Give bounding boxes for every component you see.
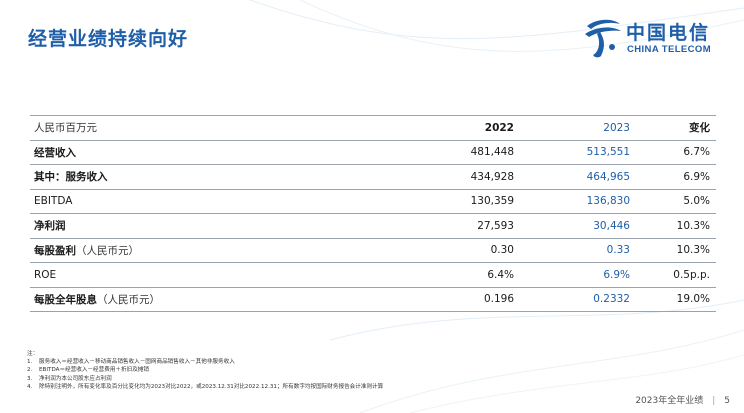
page-title: 经营业绩持续向好 — [28, 28, 189, 50]
table-row: 其中：服务收入 434,928 464,965 6.9% — [30, 164, 716, 190]
results-table: 人民币百万元 2022 2023 变化 经营收入 481,448 513,551… — [30, 115, 716, 312]
footnote-text: EBITDA＝经营收入－经营费用＋折旧及摊销 — [39, 367, 149, 374]
value-2022: 27,593 — [360, 213, 516, 239]
value-change: 6.9% — [632, 164, 716, 190]
table-row: 经营收入 481,448 513,551 6.7% — [30, 140, 716, 165]
value-2022: 130,359 — [360, 189, 516, 214]
row-label-unit: （人民币元） — [76, 244, 139, 257]
value-2023: 513,551 — [516, 140, 632, 165]
value-change: 19.0% — [632, 287, 716, 312]
footer-title: 2023年全年业绩 — [635, 396, 704, 406]
year-2023-header: 2023 — [516, 115, 632, 141]
row-label: 经营收入 — [30, 140, 360, 165]
slide-footer: 2023年全年业绩 | 5 — [635, 393, 730, 406]
row-label: 其中：服务收入 — [30, 164, 360, 190]
row-label: EBITDA — [30, 189, 360, 214]
row-label-text: ROE — [34, 268, 57, 281]
footnote-text: 服务收入＝经营收入－移动商品销售收入－固网商品销售收入－其他非服务收入 — [39, 359, 235, 366]
china-telecom-emblem-icon — [585, 19, 621, 58]
footnote-text: 除特别注明外，所有变化率及百分比变化均为2023对比2022，或2023.12.… — [39, 383, 384, 390]
value-change: 0.5p.p. — [632, 262, 716, 288]
row-label-text: 每股盈利 — [34, 244, 76, 257]
row-label-text: EBITDA — [34, 195, 73, 208]
row-label-text: 其中：服务收入 — [34, 171, 108, 184]
logo-english-name: CHINA TELECOM — [627, 44, 712, 55]
value-change: 10.3% — [632, 238, 716, 263]
value-2022: 434,928 — [360, 164, 516, 190]
change-header: 变化 — [632, 115, 716, 141]
footnote-number: 2. — [27, 367, 33, 374]
footer-separator: | — [712, 396, 716, 406]
footnote-number: 4. — [27, 383, 33, 390]
footnote-text: 净利润为本公司股东应占利润 — [39, 375, 112, 382]
footnote-item: 3. 净利润为本公司股东应占利润 — [27, 375, 587, 383]
table-row: 每股盈利（人民币元） 0.30 0.33 10.3% — [30, 238, 716, 263]
value-change: 5.0% — [632, 189, 716, 214]
value-2023: 136,830 — [516, 189, 632, 214]
logo-chinese-name: 中国电信 — [626, 22, 711, 44]
footnote-item: 1. 服务收入＝经营收入－移动商品销售收入－固网商品销售收入－其他非服务收入 — [27, 358, 587, 366]
year-2022-header: 2022 — [360, 115, 516, 141]
value-2022: 0.30 — [360, 238, 516, 263]
row-label-text: 净利润 — [34, 220, 66, 233]
slide: 经营业绩持续向好 中国电信 CHINA TELECOM 人民币百万元 2022 … — [0, 0, 744, 413]
row-label: ROE — [30, 262, 360, 288]
row-label: 每股盈利（人民币元） — [30, 238, 360, 263]
value-2023: 464,965 — [516, 164, 632, 190]
footnote-number: 1. — [27, 359, 33, 366]
footnotes-heading: 注： — [27, 351, 39, 357]
value-2023: 6.9% — [516, 262, 632, 288]
value-2022: 6.4% — [360, 262, 516, 288]
value-2023: 30,446 — [516, 213, 632, 239]
footnote-item: 4. 除特别注明外，所有变化率及百分比变化均为2023对比2022，或2023.… — [27, 383, 587, 391]
row-label: 净利润 — [30, 213, 360, 239]
value-2023: 0.2332 — [516, 287, 632, 312]
value-2023: 0.33 — [516, 238, 632, 263]
table-row: 净利润 27,593 30,446 10.3% — [30, 213, 716, 239]
row-label-text: 经营收入 — [34, 146, 76, 159]
value-change: 10.3% — [632, 213, 716, 239]
table-header-row: 人民币百万元 2022 2023 变化 — [30, 115, 716, 141]
table-row: ROE 6.4% 6.9% 0.5p.p. — [30, 262, 716, 288]
footnote-number: 3. — [27, 375, 33, 382]
row-label-unit: （人民币元） — [97, 293, 160, 306]
row-label-text: 每股全年股息 — [34, 293, 97, 306]
page-number: 5 — [724, 396, 730, 406]
value-2022: 481,448 — [360, 140, 516, 165]
value-2022: 0.196 — [360, 287, 516, 312]
unit-header: 人民币百万元 — [30, 115, 360, 141]
row-label: 每股全年股息（人民币元） — [30, 287, 360, 312]
footnote-item: 2. EBITDA＝经营收入－经营费用＋折旧及摊销 — [27, 366, 587, 374]
table-row: 每股全年股息（人民币元） 0.196 0.2332 19.0% — [30, 287, 716, 312]
footnotes: 注： 1. 服务收入＝经营收入－移动商品销售收入－固网商品销售收入－其他非服务收… — [27, 350, 587, 391]
china-telecom-logo: 中国电信 CHINA TELECOM — [583, 14, 728, 64]
value-change: 6.7% — [632, 140, 716, 165]
table-row: EBITDA 130,359 136,830 5.0% — [30, 189, 716, 214]
